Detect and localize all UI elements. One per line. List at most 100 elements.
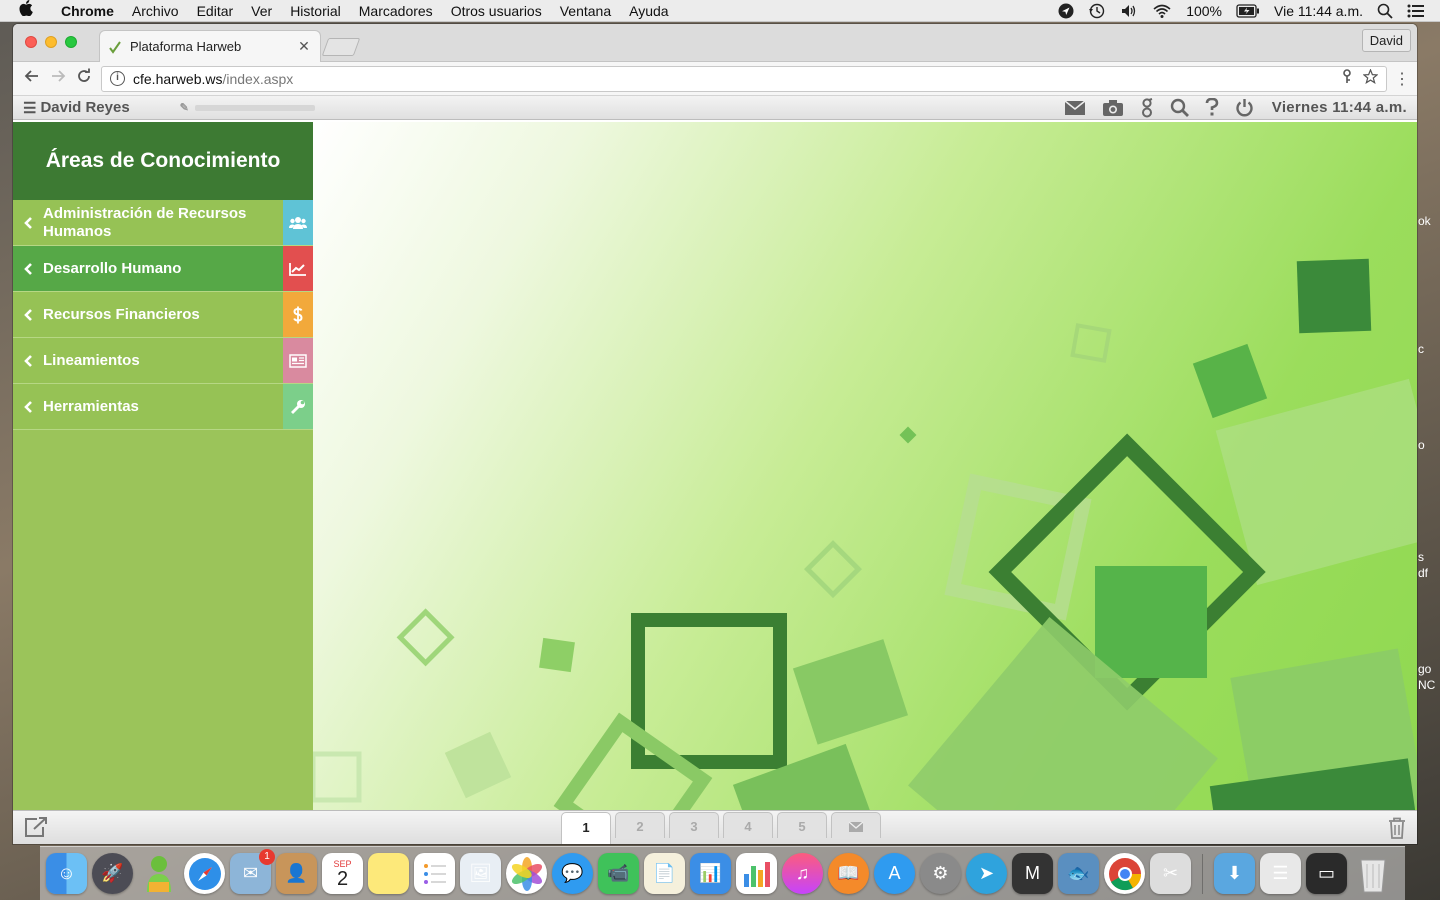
- sidebar-item-label: Herramientas: [43, 397, 139, 415]
- spotlight-search-icon[interactable]: [1370, 3, 1400, 19]
- screenshot-stack-icon[interactable]: ▭: [1306, 853, 1347, 894]
- menu-historial[interactable]: Historial: [281, 3, 350, 19]
- page-tab-1[interactable]: 1: [561, 812, 611, 844]
- edit-pencil-icon[interactable]: ✎: [180, 101, 189, 114]
- tab-title: Plataforma Harweb: [130, 39, 242, 54]
- tab-strip: Plataforma Harweb ✕ David: [13, 24, 1417, 62]
- finder-icon[interactable]: ☺: [46, 853, 87, 894]
- sidebar-item-desarrollo-humano[interactable]: Desarrollo Humano: [13, 246, 313, 292]
- ibooks-icon[interactable]: 📖: [828, 853, 869, 894]
- help-icon[interactable]: [1205, 98, 1219, 117]
- sidebar-item-herramientas[interactable]: Herramientas: [13, 384, 313, 430]
- launchpad-icon[interactable]: 🚀: [92, 853, 133, 894]
- menu-editar[interactable]: Editar: [188, 3, 243, 19]
- pages-icon[interactable]: 📄: [644, 853, 685, 894]
- telegram-icon[interactable]: ➤: [966, 853, 1007, 894]
- close-tab-icon[interactable]: ✕: [296, 38, 312, 55]
- apple-menu-icon[interactable]: [0, 0, 52, 21]
- chevron-left-icon: [13, 384, 43, 429]
- back-button[interactable]: [19, 68, 45, 89]
- sidebar-item-lineamientos[interactable]: Lineamientos: [13, 338, 313, 384]
- mail-badge: 1: [259, 849, 275, 865]
- camera-icon[interactable]: [1102, 99, 1124, 117]
- menu-archivo[interactable]: Archivo: [123, 3, 188, 19]
- menu-app-chrome[interactable]: Chrome: [52, 3, 123, 19]
- page-tabs: 1 2 3 4 5: [561, 812, 881, 844]
- forward-button[interactable]: [45, 68, 71, 89]
- key-icon[interactable]: [1341, 69, 1353, 88]
- photos-icon[interactable]: [506, 853, 547, 894]
- user-name[interactable]: David Reyes: [40, 99, 129, 116]
- trash-icon[interactable]: [1387, 817, 1407, 842]
- chrome-icon[interactable]: [1104, 853, 1145, 894]
- browser-toolbar: i cfe.harweb.ws /index.aspx ⋮: [13, 62, 1417, 96]
- facetime-icon[interactable]: 📹: [598, 853, 639, 894]
- hamburger-menu-icon[interactable]: ☰: [23, 99, 36, 117]
- url-path: /index.aspx: [222, 70, 294, 87]
- envelope-icon[interactable]: [1064, 99, 1086, 116]
- wifi-icon[interactable]: [1145, 3, 1179, 19]
- menu-ventana[interactable]: Ventana: [551, 3, 620, 19]
- page-tab-5[interactable]: 5: [777, 812, 827, 838]
- reload-button[interactable]: [71, 68, 97, 89]
- desktop-text-fragment: df: [1418, 566, 1429, 580]
- chrome-menu-icon[interactable]: ⋮: [1393, 69, 1411, 89]
- preview-icon[interactable]: 🖼: [460, 853, 501, 894]
- itunes-icon[interactable]: ♫: [782, 853, 823, 894]
- page-tab-3[interactable]: 3: [669, 812, 719, 838]
- site-info-icon[interactable]: i: [110, 71, 125, 86]
- trash-icon[interactable]: [1352, 853, 1393, 894]
- app-store-icon[interactable]: A: [874, 853, 915, 894]
- sidebar-item-administracion-rrhh[interactable]: Administración de Recursos Humanos: [13, 200, 313, 246]
- volume-icon[interactable]: [1113, 3, 1145, 19]
- mail-app-icon[interactable]: ✉ 1: [230, 849, 275, 894]
- app-content: Áreas de Conocimiento Administración de …: [13, 122, 1417, 810]
- user-status-bar: [194, 104, 315, 111]
- fish-app-icon[interactable]: 🐟: [1058, 853, 1099, 894]
- power-icon[interactable]: [1235, 98, 1254, 117]
- tab-plataforma-harweb[interactable]: Plataforma Harweb ✕: [99, 30, 321, 62]
- location-icon[interactable]: [1051, 3, 1081, 19]
- new-tab-button[interactable]: [321, 38, 361, 56]
- main-stage-background: [313, 122, 1417, 810]
- time-machine-icon[interactable]: [1081, 3, 1113, 19]
- battery-icon[interactable]: [1229, 3, 1267, 18]
- page-tab-mail[interactable]: [831, 812, 881, 838]
- minimize-window-button[interactable]: [45, 36, 57, 48]
- system-preferences-icon[interactable]: ⚙: [920, 853, 961, 894]
- reminders-icon[interactable]: [414, 853, 455, 894]
- menu-otros-usuarios[interactable]: Otros usuarios: [442, 3, 551, 19]
- mobile-device-icon[interactable]: M: [1012, 853, 1053, 894]
- external-link-icon[interactable]: [23, 816, 49, 841]
- page-tab-4[interactable]: 4: [723, 812, 773, 838]
- menubar-clock[interactable]: Vie 11:44 a.m.: [1267, 3, 1370, 19]
- wrench-icon: [283, 384, 313, 429]
- google-icon[interactable]: [1140, 97, 1154, 118]
- menu-ayuda[interactable]: Ayuda: [620, 3, 677, 19]
- bookmark-star-icon[interactable]: [1362, 68, 1379, 88]
- document-icon: [283, 338, 313, 383]
- search-icon[interactable]: [1170, 98, 1189, 117]
- user-avatar-app-icon[interactable]: [138, 853, 179, 894]
- downloads-folder-icon[interactable]: ⬇: [1214, 853, 1255, 894]
- menu-marcadores[interactable]: Marcadores: [350, 3, 442, 19]
- contacts-icon[interactable]: 👤: [276, 853, 317, 894]
- safari-icon[interactable]: [184, 853, 225, 894]
- address-bar[interactable]: i cfe.harweb.ws /index.aspx: [101, 65, 1387, 92]
- desktop-text-fragment: o: [1418, 438, 1425, 452]
- document-stack-icon[interactable]: ☰: [1260, 853, 1301, 894]
- page-tab-2[interactable]: 2: [615, 812, 665, 838]
- scissors-app-icon[interactable]: ✂: [1150, 853, 1191, 894]
- numbers-icon[interactable]: [736, 853, 777, 894]
- menu-ver[interactable]: Ver: [242, 3, 281, 19]
- notification-center-icon[interactable]: [1400, 4, 1432, 18]
- maximize-window-button[interactable]: [65, 36, 77, 48]
- calendar-icon[interactable]: SEP 2: [322, 853, 363, 894]
- messages-icon[interactable]: 💬: [552, 853, 593, 894]
- profile-button[interactable]: David: [1361, 29, 1411, 52]
- keynote-icon[interactable]: 📊: [690, 853, 731, 894]
- sidebar-item-recursos-financieros[interactable]: Recursos Financieros: [13, 292, 313, 338]
- notes-icon[interactable]: [368, 853, 409, 894]
- dollar-icon: [283, 292, 313, 337]
- close-window-button[interactable]: [25, 36, 37, 48]
